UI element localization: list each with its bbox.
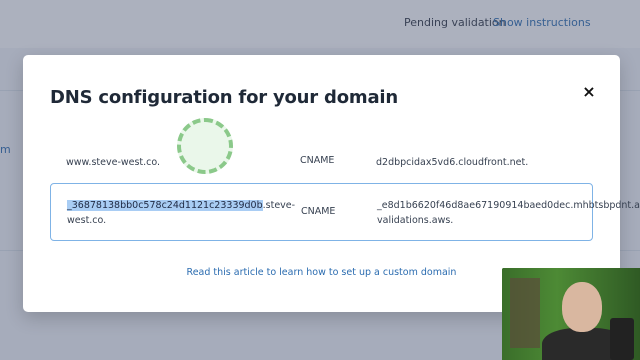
- dns-record-row: www.steve-west.co. CNAME d2dbpcidax5vd6.…: [50, 153, 593, 173]
- webcam-overlay: [502, 268, 640, 360]
- record-value[interactable]: _e8d1b6620f46d8ae67190914baed0dec.mhbtsb…: [377, 198, 640, 228]
- record-type: CNAME: [301, 206, 336, 217]
- record-type: CNAME: [300, 155, 335, 166]
- selected-record-name-text[interactable]: _36878138bb0c578c24d1121c23339d0b: [67, 200, 263, 211]
- webcam-shelf: [510, 278, 540, 348]
- microphone-icon: [610, 318, 634, 360]
- record-name[interactable]: _36878138bb0c578c24d1121c23339d0b.steve-…: [67, 198, 295, 228]
- record-name[interactable]: www.steve-west.co.: [66, 155, 276, 170]
- cursor-click-indicator: [177, 118, 233, 174]
- webcam-person-head: [562, 282, 602, 332]
- record-value[interactable]: d2dbpcidax5vd6.cloudfront.net.: [376, 155, 586, 170]
- modal-title: DNS configuration for your domain: [50, 87, 398, 108]
- close-icon[interactable]: ×: [580, 83, 598, 101]
- dns-record-row-highlighted: _36878138bb0c578c24d1121c23339d0b.steve-…: [50, 183, 640, 241]
